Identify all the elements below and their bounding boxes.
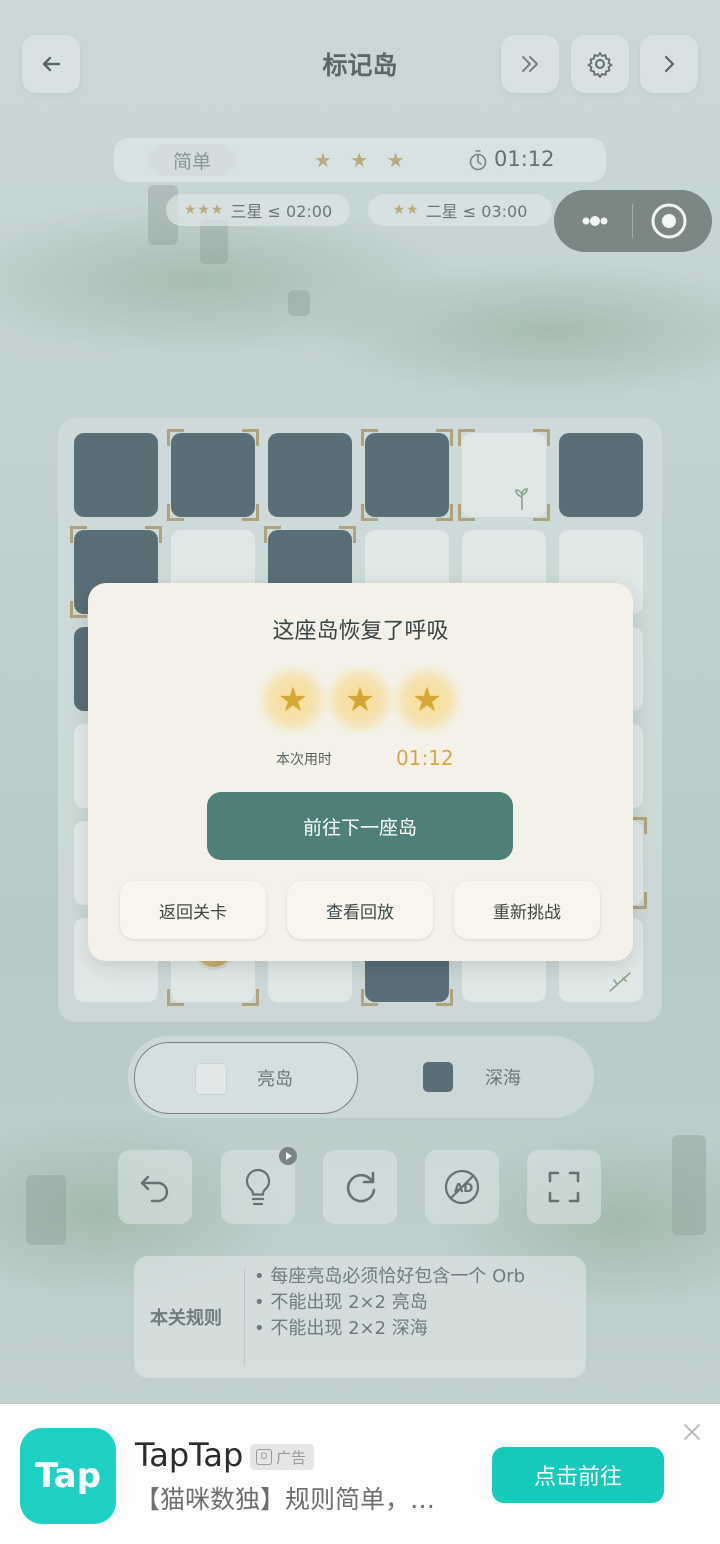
taptap-logo: Tap: [20, 1428, 116, 1524]
level-complete-dialog: 这座岛恢复了呼吸 ★ ★ ★ 本次用时 01:12 前往下一座岛 返回关卡 查看…: [88, 583, 633, 961]
view-replay-button[interactable]: 查看回放: [287, 881, 433, 939]
earned-star-icon: ★: [392, 665, 462, 735]
close-icon: [684, 1424, 700, 1440]
earned-star-icon: ★: [258, 665, 328, 735]
back-to-levels-button[interactable]: 返回关卡: [120, 881, 266, 939]
earned-star-icon: ★: [325, 665, 395, 735]
ad-description: 【猫咪数独】规则简单，…: [135, 1485, 436, 1514]
ad-app-name: TapTap: [135, 1436, 244, 1474]
time-label: 本次用时: [276, 752, 332, 768]
dialog-title: 这座岛恢复了呼吸: [272, 619, 449, 644]
ad-badge: D 广告: [250, 1444, 315, 1470]
ad-mark-icon: D: [256, 1449, 272, 1465]
ad-banner[interactable]: Tap TapTap D 广告 【猫咪数独】规则简单，… 点击前往: [0, 1404, 720, 1544]
ad-cta-button[interactable]: 点击前往: [492, 1447, 664, 1503]
ad-close-button[interactable]: [680, 1420, 704, 1444]
retry-button[interactable]: 重新挑战: [454, 881, 600, 939]
next-island-button[interactable]: 前往下一座岛: [207, 792, 513, 860]
time-value: 01:12: [396, 746, 454, 770]
